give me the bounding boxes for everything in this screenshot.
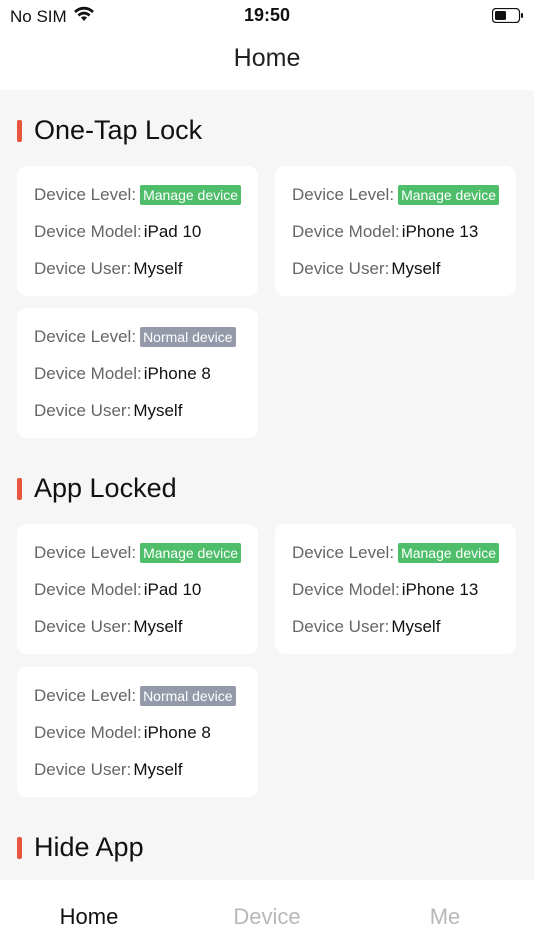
device-user-value: Myself — [133, 259, 183, 278]
device-level-label: Device Level: — [292, 185, 395, 204]
device-level-badge: Normal device — [140, 327, 236, 347]
device-model-value: iPhone 13 — [401, 222, 479, 241]
section-header-app-locked: App Locked — [17, 473, 177, 504]
device-level-label: Device Level: — [292, 543, 395, 562]
status-time: 19:50 — [243, 5, 291, 25]
device-card[interactable]: Device Level: Manage device Device Model… — [275, 524, 516, 654]
device-user-label: Device User: — [34, 760, 132, 779]
device-user-row: Device User: Myself — [292, 617, 440, 637]
device-level-row: Device Level: Manage device — [292, 185, 500, 205]
device-card[interactable]: Device Level: Manage device Device Model… — [275, 166, 516, 296]
device-model-row: Device Model: iPhone 8 — [34, 723, 211, 743]
device-model-row: Device Model: iPad 10 — [34, 222, 201, 242]
device-user-label: Device User: — [292, 617, 390, 636]
device-model-value: iPhone 8 — [143, 723, 211, 742]
device-card[interactable]: Device Level: Normal device Device Model… — [17, 667, 258, 797]
device-model-value: iPad 10 — [143, 580, 202, 599]
device-level-badge: Manage device — [140, 185, 242, 205]
device-level-label: Device Level: — [34, 327, 137, 346]
device-user-label: Device User: — [34, 401, 132, 420]
tab-bar: Home Device Me — [0, 880, 534, 950]
home-content[interactable]: One-Tap Lock Device Level: Manage device… — [0, 90, 534, 880]
device-user-value: Myself — [391, 259, 441, 278]
section-title: Hide App — [34, 832, 144, 862]
device-level-label: Device Level: — [34, 543, 137, 562]
tab-me[interactable]: Me — [356, 904, 534, 930]
section-accent-bar — [17, 477, 22, 500]
device-model-label: Device Model: — [34, 580, 142, 599]
device-user-row: Device User: Myself — [34, 259, 182, 279]
section-accent-bar — [17, 119, 22, 142]
device-user-label: Device User: — [292, 259, 390, 278]
device-level-label: Device Level: — [34, 185, 137, 204]
status-bar: No SIM 19:50 — [0, 0, 534, 30]
section-accent-bar — [17, 836, 22, 859]
device-user-row: Device User: Myself — [34, 760, 182, 780]
device-user-row: Device User: Myself — [34, 617, 182, 637]
device-model-value: iPhone 8 — [143, 364, 211, 383]
device-model-row: Device Model: iPhone 13 — [292, 222, 478, 242]
device-level-badge: Manage device — [398, 543, 500, 563]
section-title: One-Tap Lock — [34, 115, 203, 145]
device-level-row: Device Level: Manage device — [34, 185, 242, 205]
device-level-label: Device Level: — [34, 686, 137, 705]
device-model-label: Device Model: — [292, 222, 400, 241]
nav-bar: Home — [0, 30, 534, 90]
device-user-label: Device User: — [34, 617, 132, 636]
tab-home[interactable]: Home — [0, 904, 178, 930]
device-model-label: Device Model: — [34, 364, 142, 383]
battery-icon — [491, 7, 524, 28]
device-user-row: Device User: Myself — [34, 401, 182, 421]
device-user-label: Device User: — [34, 259, 132, 278]
device-level-badge: Normal device — [140, 686, 236, 706]
device-level-row: Device Level: Manage device — [34, 543, 242, 563]
device-model-row: Device Model: iPhone 13 — [292, 580, 478, 600]
section-title: App Locked — [34, 473, 177, 503]
device-card[interactable]: Device Level: Normal device Device Model… — [17, 308, 258, 438]
device-level-badge: Manage device — [140, 543, 242, 563]
tab-device[interactable]: Device — [178, 904, 356, 930]
device-user-value: Myself — [133, 760, 183, 779]
device-user-value: Myself — [133, 617, 183, 636]
device-model-label: Device Model: — [292, 580, 400, 599]
page-title: Home — [233, 44, 301, 72]
device-model-value: iPad 10 — [143, 222, 202, 241]
device-user-value: Myself — [133, 401, 183, 420]
device-model-row: Device Model: iPad 10 — [34, 580, 201, 600]
device-level-badge: Manage device — [398, 185, 500, 205]
device-level-row: Device Level: Manage device — [292, 543, 500, 563]
device-level-row: Device Level: Normal device — [34, 686, 236, 706]
section-header-one-tap-lock: One-Tap Lock — [17, 115, 202, 146]
device-model-row: Device Model: iPhone 8 — [34, 364, 211, 384]
section-header-hide-app: Hide App — [17, 832, 144, 863]
device-model-value: iPhone 13 — [401, 580, 479, 599]
device-user-value: Myself — [391, 617, 441, 636]
device-model-label: Device Model: — [34, 222, 142, 241]
device-user-row: Device User: Myself — [292, 259, 440, 279]
device-model-label: Device Model: — [34, 723, 142, 742]
device-card[interactable]: Device Level: Manage device Device Model… — [17, 166, 258, 296]
device-level-row: Device Level: Normal device — [34, 327, 236, 347]
device-card[interactable]: Device Level: Manage device Device Model… — [17, 524, 258, 654]
